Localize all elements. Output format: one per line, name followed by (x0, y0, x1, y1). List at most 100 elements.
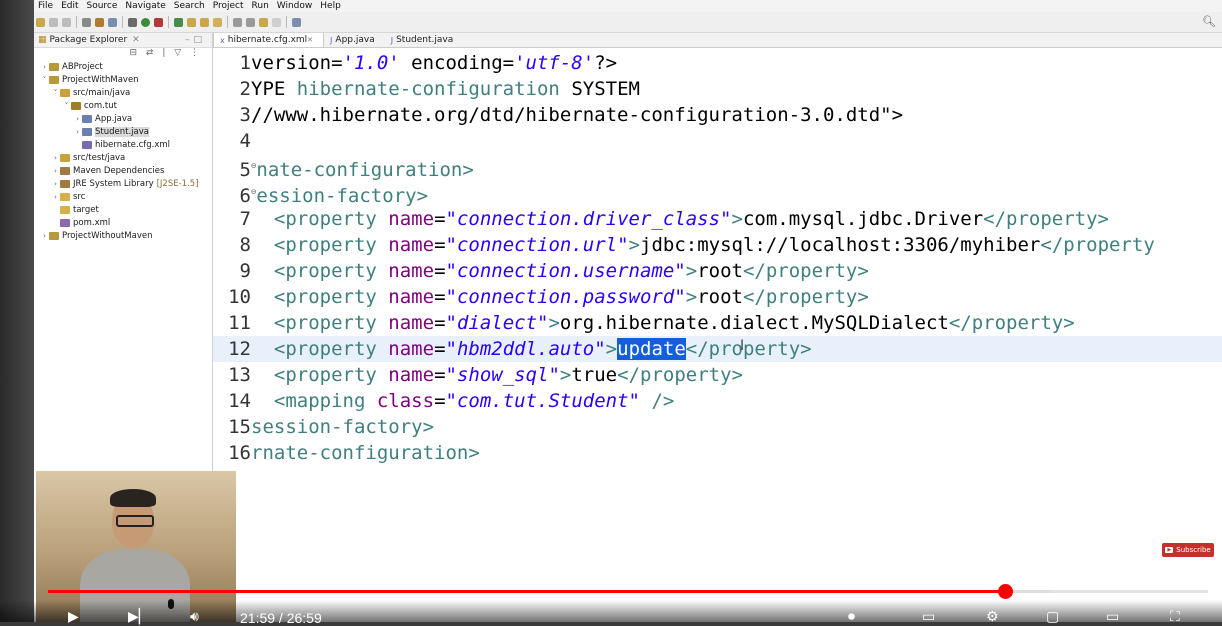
debug-icon[interactable] (128, 17, 137, 27)
scrubber-handle[interactable] (998, 584, 1013, 599)
code-line[interactable]: 2YPE hibernate-configuration SYSTEM (213, 76, 1222, 102)
search-wand-icon[interactable] (213, 17, 222, 27)
code-editor[interactable]: 1version='1.0' encoding='utf-8'?> 2YPE hi… (213, 48, 1222, 622)
code-text[interactable]: //www.hibernate.org/dtd/hibernate-config… (251, 104, 903, 126)
menu-item-source[interactable]: Source (83, 0, 122, 12)
close-tab-icon[interactable]: ✕ (307, 36, 313, 44)
menu-item-file[interactable]: File (34, 0, 57, 12)
perspective-icon[interactable] (292, 17, 301, 27)
settings-gear-icon[interactable]: ⚙ (986, 609, 999, 625)
chevron-down-icon[interactable]: ˅ (62, 102, 71, 110)
code-line[interactable]: 3//www.hibernate.org/dtd/hibernate-confi… (213, 102, 1222, 128)
miniplayer-icon[interactable]: ▢ (1046, 609, 1059, 625)
tree-item[interactable]: ˅ ProjectWithMaven (34, 73, 212, 86)
volume-icon[interactable]: 🔊︎ (190, 609, 199, 625)
code-line[interactable]: 6⊖ession-factory> (213, 180, 1222, 207)
code-line[interactable]: 10 <property name="connection.password">… (213, 284, 1222, 310)
editor-tab[interactable]: x hibernate.cfg.xml ✕ (213, 33, 325, 47)
menu-item-edit[interactable]: Edit (57, 0, 82, 12)
menu-item-project[interactable]: Project (209, 0, 248, 12)
code-text[interactable]: rnate-configuration> (251, 442, 480, 464)
code-text[interactable]: ⊖nate-configuration> (251, 159, 474, 181)
code-text[interactable]: YPE hibernate-configuration SYSTEM (251, 78, 640, 100)
editor-tab[interactable]: J Student.java (385, 33, 464, 47)
chevron-right-icon[interactable]: › (40, 63, 49, 71)
tree-item[interactable]: › JRE System Library [J2SE-1.5] (34, 177, 212, 190)
code-line[interactable]: 16rnate-configuration> (213, 440, 1222, 466)
tree-item[interactable]: pom.xml (34, 216, 212, 229)
code-text[interactable]: version='1.0' encoding='utf-8'?> (251, 52, 617, 74)
code-text[interactable]: <property name="show_sql">true</property… (251, 364, 743, 386)
chevron-right-icon[interactable]: › (73, 115, 82, 123)
chevron-right-icon[interactable]: › (51, 180, 60, 188)
chevron-right-icon[interactable]: › (51, 154, 60, 162)
subscribe-button[interactable]: ▶ Subscribe (1162, 543, 1214, 557)
print-icon[interactable] (82, 17, 91, 27)
code-line[interactable]: 8 <property name="connection.url">jdbc:m… (213, 232, 1222, 258)
menu-item-help[interactable]: Help (316, 0, 345, 12)
new-icon[interactable] (36, 17, 45, 27)
tree-item[interactable]: › src (34, 190, 212, 203)
tree-item[interactable]: ˅ src/main/java (34, 86, 212, 99)
code-line[interactable]: 14 <mapping class="com.tut.Student" /> (213, 388, 1222, 414)
code-line[interactable]: 4 (213, 128, 1222, 154)
code-line[interactable]: 11 <property name="dialect">org.hibernat… (213, 310, 1222, 336)
editor-tab[interactable]: J App.java (324, 33, 385, 47)
tree-item[interactable]: ˅ com.tut (34, 99, 212, 112)
close-icon[interactable]: ✕ (132, 35, 140, 45)
next-annotation-icon[interactable] (233, 17, 242, 27)
new-java-project-icon[interactable] (174, 17, 183, 27)
code-text[interactable]: <property name="connection.url">jdbc:mys… (251, 234, 1155, 256)
chevron-down-icon[interactable]: ˅ (51, 89, 60, 97)
chevron-right-icon[interactable]: › (51, 193, 60, 201)
tree-item[interactable]: › Student.java (34, 125, 212, 138)
code-line[interactable]: 5⊖nate-configuration> (213, 154, 1222, 181)
run-icon[interactable] (141, 17, 150, 27)
captions-icon[interactable]: ▭ (922, 609, 935, 625)
tree-item[interactable]: › App.java (34, 112, 212, 125)
code-line[interactable]: 15session-factory> (213, 414, 1222, 440)
open-folder-icon[interactable] (200, 17, 209, 27)
terminal-icon[interactable] (108, 17, 117, 27)
fullscreen-icon[interactable]: ⛶ (1170, 609, 1180, 625)
open-type-icon[interactable] (187, 17, 196, 27)
tree-item[interactable]: › ProjectWithoutMaven (34, 229, 212, 242)
save-all-icon[interactable] (62, 17, 71, 27)
build-icon[interactable] (95, 17, 104, 27)
video-progress-bar[interactable] (48, 584, 1208, 599)
chevron-right-icon[interactable]: › (51, 167, 60, 175)
chevron-right-icon[interactable]: › (73, 128, 82, 136)
menu-item-navigate[interactable]: Navigate (121, 0, 169, 12)
theater-mode-icon[interactable]: ▭ (1106, 609, 1119, 625)
next-icon[interactable]: ▶▏ (128, 609, 150, 625)
autoplay-toggle-icon[interactable]: ⏺ (848, 609, 855, 625)
chevron-down-icon[interactable]: ˅ (40, 76, 49, 84)
tree-item[interactable]: target (34, 203, 212, 216)
code-line[interactable]: 12 <property name="hbm2ddl.auto">update<… (213, 336, 1222, 362)
tree-item[interactable]: hibernate.cfg.xml (34, 138, 212, 151)
tree-item[interactable]: › Maven Dependencies (34, 164, 212, 177)
package-explorer-tools[interactable]: ⊟ ⇄ | ▽ ⋮ (34, 48, 212, 60)
forward-icon[interactable] (272, 17, 281, 27)
save-icon[interactable] (49, 17, 58, 27)
tree-item[interactable]: › ABProject (34, 60, 212, 73)
code-line[interactable]: 1version='1.0' encoding='utf-8'?> (213, 50, 1222, 76)
code-text[interactable]: <property name="connection.username">roo… (251, 260, 869, 282)
code-text[interactable]: session-factory> (251, 416, 434, 438)
code-line[interactable]: 9 <property name="connection.username">r… (213, 258, 1222, 284)
menu-item-window[interactable]: Window (273, 0, 317, 12)
code-text[interactable]: <property name="connection.driver_class"… (251, 208, 1109, 230)
code-text[interactable]: <property name="dialect">org.hibernate.d… (251, 312, 1075, 334)
menu-item-run[interactable]: Run (248, 0, 273, 12)
code-text[interactable]: <property name="hbm2ddl.auto">update</pr… (251, 338, 812, 360)
prev-annotation-icon[interactable] (246, 17, 255, 27)
code-text[interactable]: <mapping class="com.tut.Student" /> (251, 390, 674, 412)
external-tools-icon[interactable] (154, 17, 163, 27)
code-text[interactable]: <property name="connection.password">roo… (251, 286, 869, 308)
search-icon[interactable]: 🔍︎ (1202, 15, 1216, 28)
menu-item-search[interactable]: Search (170, 0, 209, 12)
chevron-right-icon[interactable]: › (40, 232, 49, 240)
code-line[interactable]: 13 <property name="show_sql">true</prope… (213, 362, 1222, 388)
play-icon[interactable]: ▶ (68, 609, 79, 625)
code-line[interactable]: 7 <property name="connection.driver_clas… (213, 206, 1222, 232)
